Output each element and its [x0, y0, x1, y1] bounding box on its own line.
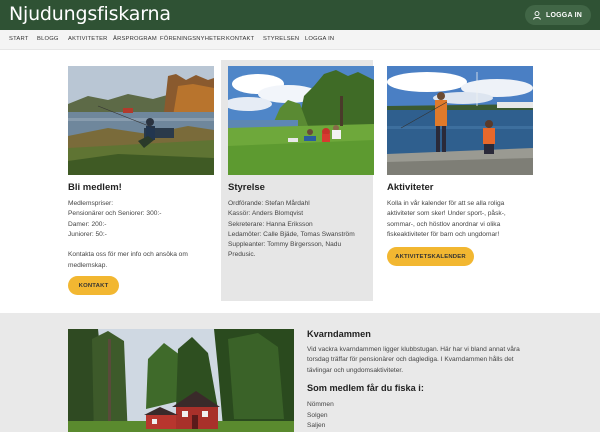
description-line: tävlingar och ungdomsaktiviteter. — [307, 366, 404, 374]
login-button-label: LOGGA IN — [546, 11, 582, 19]
card-line: Predusic. — [228, 251, 256, 259]
list-item: Saljen — [307, 422, 326, 429]
card-line: Suppleanter: Tommy Birgersson, Nadu — [228, 241, 342, 249]
card-title: Styrelse — [228, 182, 265, 193]
card-line: Juniorer: 50:- — [68, 230, 107, 238]
card-line: Damer: 200:- — [68, 220, 107, 228]
description-line: Vid vackra kvarndammen ligger klubbstuga… — [307, 346, 520, 353]
picnic-photo — [228, 66, 374, 175]
card-line: Ledamöter: Calle Bjäde, Tomas Swanström — [228, 230, 355, 238]
card-activities: Aktiviteter Kolla in vår kalender för at… — [380, 60, 533, 301]
card-line: Medlemspriser: — [68, 200, 114, 207]
login-button[interactable]: LOGGA IN — [525, 5, 591, 25]
card-line: aktiviteter som sker! Under sport-, påsk… — [387, 210, 506, 218]
kvarndammen-description: Vid vackra kvarndammen ligger klubbstuga… — [307, 345, 542, 376]
card-line: Sekreterare: Hanna Eriksson — [228, 220, 313, 228]
list-item: Solgen — [307, 411, 328, 419]
site-header: Njudungsfiskarna LOGGA IN — [0, 0, 600, 30]
lake-fishing-photo — [68, 66, 214, 175]
list-item: Nömmen — [307, 401, 334, 408]
kvarndammen-section: Kvarndammen Vid vackra kvarndammen ligge… — [0, 313, 600, 432]
nav-item-kontakt[interactable]: KONTAKT — [226, 36, 254, 42]
site-title[interactable]: Njudungsfiskarna — [9, 3, 171, 25]
kvarndammen-title: Kvarndammen — [307, 329, 371, 339]
nav-item-styrelsen[interactable]: STYRELSEN — [263, 36, 299, 42]
card-body: Kolla in vår kalender för att se alla ro… — [387, 199, 529, 240]
nav-item-aktiviteter[interactable]: AKTIVITETER — [68, 36, 108, 42]
user-icon — [533, 10, 541, 20]
pier-fishing-photo — [387, 66, 533, 175]
activity-calendar-button[interactable]: AKTIVITETSKALENDER — [387, 247, 474, 266]
nav-item-arsprogram[interactable]: ÅRSPROGRAM — [113, 36, 157, 42]
fishing-waters-title: Som medlem får du fiska i: — [307, 383, 424, 393]
nav-item-logga-in[interactable]: LOGGA IN — [305, 36, 334, 42]
fishing-waters-list: Nömmen Solgen Saljen — [307, 400, 334, 432]
nav-item-blogg[interactable]: BLOGG — [37, 36, 59, 42]
card-membership: Bli medlem! Medlemspriser: Pensionärer o… — [61, 60, 214, 301]
card-line: medlemskap. — [68, 261, 108, 269]
card-title: Aktiviteter — [387, 182, 434, 193]
nav-item-foreningsnyheter[interactable]: FÖRENINGSNYHETER — [160, 36, 225, 42]
card-line: Kolla in vår kalender för att se alla ro… — [387, 200, 505, 207]
card-line: Ordförande: Stefan Mårdahl — [228, 200, 310, 207]
card-line: Pensionärer och Seniorer: 300:- — [68, 210, 162, 218]
description-line: torsdag träffar för pensionärer och dagl… — [307, 356, 514, 364]
card-board: Styrelse Ordförande: Stefan Mårdahl Kass… — [221, 60, 374, 301]
card-line: Kontakta oss för mer info och ansöka om — [68, 251, 188, 259]
card-body: Medlemspriser: Pensionärer och Seniorer:… — [68, 199, 210, 271]
clubhouse-photo — [68, 329, 294, 432]
card-spacer — [68, 240, 210, 250]
card-line: sommar-, och höstlov anordnar vi olika — [387, 220, 501, 228]
main-nav: START BLOGG AKTIVITETER ÅRSPROGRAM FÖREN… — [0, 30, 600, 50]
card-line: fiskeaktiviteter för barn och ungdomar! — [387, 230, 500, 238]
card-body: Ordförande: Stefan Mårdahl Kassör: Ander… — [228, 199, 370, 261]
contact-button[interactable]: KONTAKT — [68, 276, 119, 295]
card-line: Kassör: Anders Blomqvist — [228, 210, 304, 218]
nav-item-start[interactable]: START — [9, 36, 28, 42]
card-title: Bli medlem! — [68, 182, 122, 193]
